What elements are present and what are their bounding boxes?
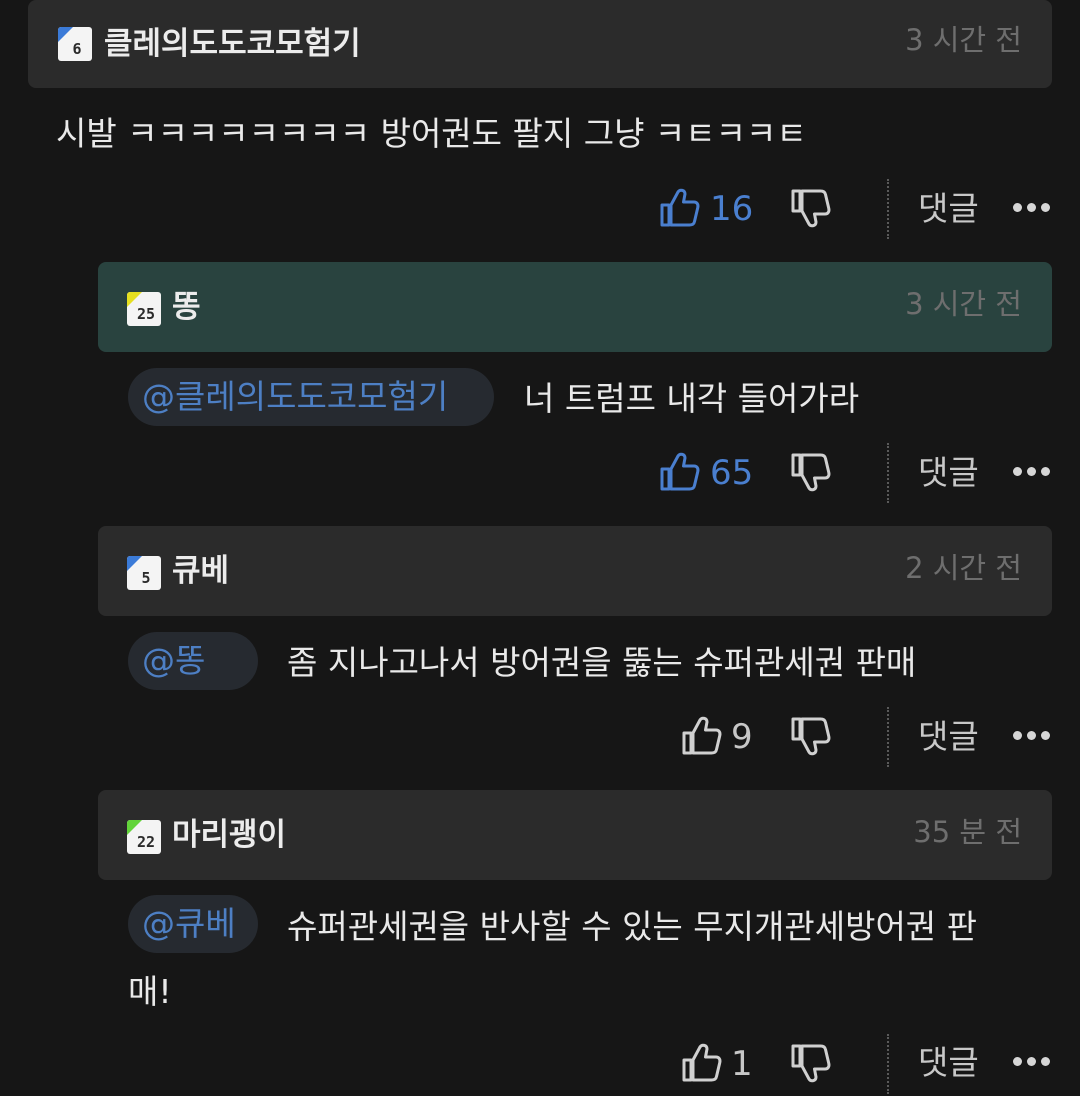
timestamp: 3 시간 전	[905, 23, 1022, 57]
comment-header: 22 마리괭이 35 분 전	[98, 790, 1052, 880]
level-number: 5	[141, 568, 151, 587]
like-icon[interactable]	[680, 1042, 722, 1084]
comment-text: 시발 ㅋㅋㅋㅋㅋㅋㅋㅋ 방어권도 팔지 그냥 ㅋㅌㅋㅋㅌ	[56, 114, 807, 153]
like-icon[interactable]	[680, 715, 722, 757]
level-number: 6	[72, 39, 82, 58]
username[interactable]: 마리괭이	[172, 820, 286, 851]
username[interactable]: 큐베	[172, 556, 229, 587]
reply-button[interactable]: 댓글	[918, 720, 979, 753]
reply-button[interactable]: 댓글	[918, 1046, 979, 1079]
dislike-icon[interactable]	[789, 1042, 831, 1084]
comment-text-line: 매!	[128, 972, 172, 1011]
mention-tag[interactable]: @큐베	[128, 895, 258, 953]
like-count: 9	[731, 717, 753, 757]
dislike-icon[interactable]	[789, 451, 831, 493]
timestamp: 2 시간 전	[905, 551, 1022, 585]
level-badge-icon: 6	[58, 27, 92, 61]
timestamp: 3 시간 전	[905, 287, 1022, 321]
comment-text-line: 슈퍼관세권을 반사할 수 있는 무지개관세방어권 판	[287, 907, 978, 946]
username[interactable]: 똥	[172, 292, 201, 323]
dislike-icon[interactable]	[789, 715, 831, 757]
mention-tag[interactable]: @클레의도도코모험기	[128, 368, 494, 426]
comment-header: 25 똥 3 시간 전	[98, 262, 1052, 352]
like-icon[interactable]	[658, 187, 700, 229]
dislike-icon[interactable]	[789, 187, 831, 229]
reply-button[interactable]: 댓글	[918, 456, 979, 489]
like-icon[interactable]	[658, 451, 700, 493]
like-count: 65	[710, 453, 754, 493]
divider	[887, 179, 889, 239]
like-count: 16	[710, 189, 754, 229]
like-count: 1	[731, 1044, 753, 1084]
divider	[887, 443, 889, 503]
level-number: 22	[136, 832, 156, 851]
divider	[887, 1034, 889, 1094]
comment-header: 5 큐베 2 시간 전	[98, 526, 1052, 616]
divider	[887, 707, 889, 767]
more-options-icon[interactable]	[1013, 1055, 1053, 1067]
level-number: 25	[136, 304, 156, 323]
level-badge-icon: 22	[127, 820, 161, 854]
more-options-icon[interactable]	[1013, 465, 1053, 477]
more-options-icon[interactable]	[1013, 729, 1053, 741]
comment-header: 6 클레의도도코모험기 3 시간 전	[28, 0, 1052, 88]
mention-tag[interactable]: @똥	[128, 632, 258, 690]
more-options-icon[interactable]	[1013, 201, 1053, 213]
level-badge-icon: 5	[127, 556, 161, 590]
timestamp: 35 분 전	[913, 815, 1022, 849]
comment-text: 너 트럼프 내각 들어가라	[524, 379, 860, 418]
reply-button[interactable]: 댓글	[918, 192, 979, 225]
username[interactable]: 클레의도도코모험기	[104, 29, 361, 60]
comment-text: 좀 지나고나서 방어권을 뚫는 슈퍼관세권 판매	[287, 643, 917, 682]
level-badge-icon: 25	[127, 292, 161, 326]
